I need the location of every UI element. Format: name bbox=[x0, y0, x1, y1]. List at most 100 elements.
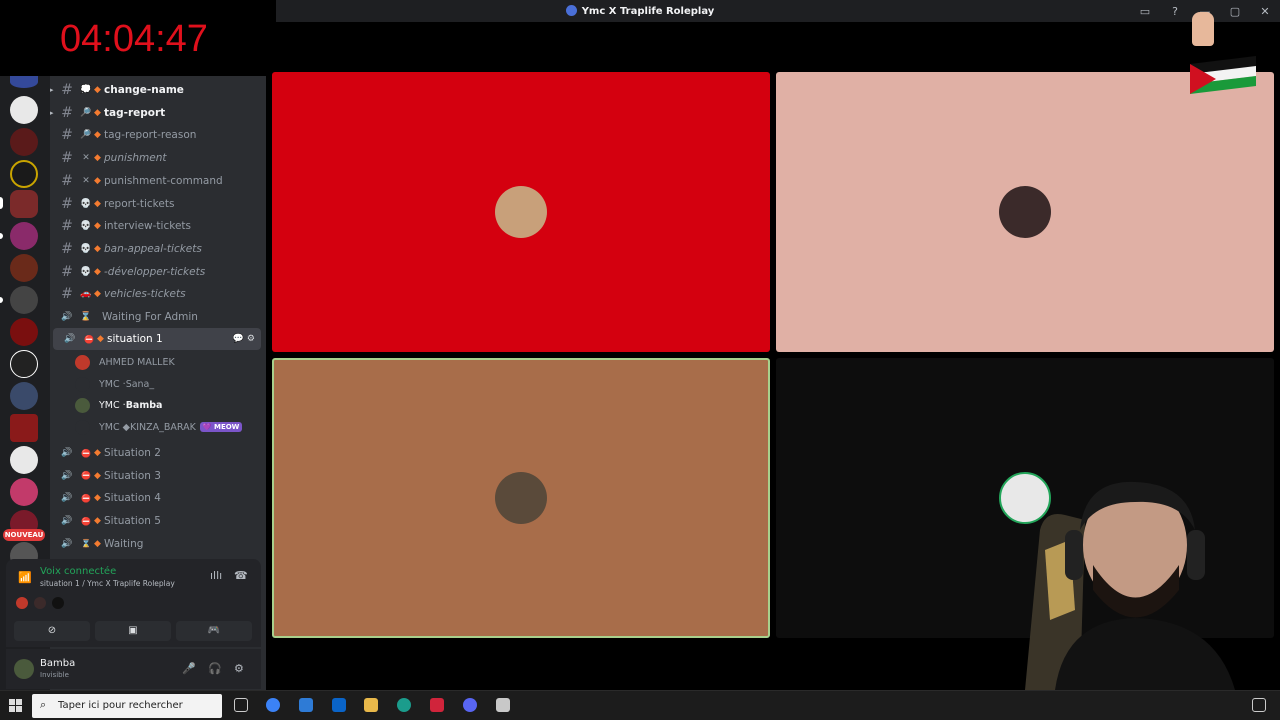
channel-item[interactable]: # 🔎 ◆ tag-report-reason bbox=[50, 124, 266, 146]
channel-item[interactable]: # ✕ ◆ punishment-command bbox=[50, 170, 266, 192]
activity-button[interactable]: 🎮 bbox=[176, 621, 252, 641]
user-prefix: YMC · bbox=[99, 378, 126, 390]
file-explorer-icon[interactable] bbox=[364, 698, 378, 712]
server-icon[interactable] bbox=[10, 446, 38, 474]
server-icon[interactable] bbox=[10, 382, 38, 410]
user-name: AHMED MALLEK bbox=[99, 357, 175, 368]
avatar[interactable] bbox=[14, 659, 34, 679]
hourglass-icon: ⌛ bbox=[81, 539, 91, 549]
hash-icon: # bbox=[61, 104, 73, 121]
diamond-icon: ◆ bbox=[94, 221, 101, 232]
voice-user[interactable]: AHMED MALLEK bbox=[75, 352, 175, 373]
server-icon[interactable] bbox=[10, 318, 38, 346]
outlook-icon[interactable] bbox=[332, 698, 346, 712]
new-badge: NOUVEAU bbox=[3, 529, 45, 541]
channel-item[interactable]: 🔊 ⌛ Waiting For Admin bbox=[50, 306, 266, 328]
voice-channel-item[interactable]: 🔊 ⛔ ◆ Situation 5 bbox=[50, 510, 266, 532]
taskbar-search[interactable]: ⌕ Taper ici pour rechercher bbox=[32, 694, 222, 718]
diamond-icon: ◆ bbox=[94, 289, 101, 300]
channel-item[interactable]: # 🚗 ◆ vehicles-tickets bbox=[50, 283, 266, 305]
server-icon[interactable] bbox=[10, 350, 38, 378]
server-icon[interactable] bbox=[10, 222, 38, 250]
server-icon[interactable] bbox=[10, 96, 38, 124]
channel-emoji-icon: ✕ bbox=[82, 153, 90, 164]
server-icon[interactable] bbox=[10, 76, 38, 88]
channel-item[interactable]: # 💀 ◆ report-tickets bbox=[50, 193, 266, 215]
gear-icon[interactable]: ⚙ bbox=[247, 334, 255, 344]
task-view-icon[interactable] bbox=[234, 698, 248, 712]
channel-item[interactable]: # 💀 ◆ interview-tickets bbox=[50, 215, 266, 237]
user-status: Invisible bbox=[40, 671, 69, 679]
voice-channel-situation-1[interactable]: 🔊 ⛔ ◆ situation 1 💬 ⚙ bbox=[53, 328, 261, 350]
server-icon[interactable] bbox=[10, 286, 38, 314]
channel-actions: 💬 ⚙ bbox=[233, 334, 255, 344]
voice-user[interactable]: YMC · Bamba bbox=[75, 395, 162, 416]
chevron-right-icon: ▸ bbox=[50, 108, 54, 117]
channel-emoji-icon: 💀 bbox=[80, 221, 92, 232]
video-tile[interactable] bbox=[776, 72, 1274, 352]
channel-emoji-icon: 💀 bbox=[80, 243, 92, 254]
avatar bbox=[16, 597, 28, 609]
copilot-icon[interactable] bbox=[266, 698, 280, 712]
app-icon[interactable] bbox=[430, 698, 444, 712]
notification-icon[interactable] bbox=[1252, 698, 1266, 712]
hash-icon: # bbox=[61, 195, 73, 212]
microphone-icon[interactable]: 🎤 bbox=[182, 662, 196, 675]
voice-channel-item[interactable]: 🔊 ⛔ ◆ Situation 2 bbox=[50, 442, 266, 464]
channel-name: punishment-command bbox=[104, 174, 223, 187]
voice-location[interactable]: situation 1 / Ymc X Traplife Roleplay bbox=[40, 579, 175, 588]
inbox-icon[interactable]: ▭ bbox=[1130, 5, 1160, 18]
voice-channel-item[interactable]: 🔊 ⌛ ◆ Waiting bbox=[50, 533, 266, 555]
windows-start-icon[interactable] bbox=[9, 699, 23, 713]
help-icon[interactable]: ? bbox=[1160, 5, 1190, 18]
server-icon[interactable] bbox=[10, 160, 38, 188]
voice-connection-panel: 📶 Voix connectée situation 1 / Ymc X Tra… bbox=[6, 559, 261, 647]
avatar bbox=[495, 472, 547, 524]
video-tile-speaking[interactable] bbox=[272, 358, 770, 638]
channel-item[interactable]: # 💀 ◆ -développer-tickets bbox=[50, 261, 266, 283]
edge-icon[interactable] bbox=[397, 698, 411, 712]
channel-name: situation 1 bbox=[107, 333, 163, 345]
selected-server-indicator bbox=[0, 197, 3, 209]
gear-icon[interactable]: ⚙ bbox=[234, 662, 244, 675]
disconnect-icon[interactable]: ☎ bbox=[234, 569, 248, 582]
chat-icon[interactable]: 💬 bbox=[233, 334, 247, 344]
channel-item[interactable]: ▸ # 🔎 ◆ tag-report bbox=[50, 102, 266, 124]
close-button[interactable]: ✕ bbox=[1250, 5, 1280, 18]
server-icon[interactable] bbox=[10, 478, 38, 506]
voice-status[interactable]: Voix connectée bbox=[40, 566, 116, 577]
maximize-button[interactable]: ▢ bbox=[1220, 5, 1250, 18]
timer-text: 04:04:47 bbox=[60, 18, 208, 60]
user-name: KINZA_BARAK bbox=[129, 421, 196, 433]
server-icon[interactable] bbox=[10, 190, 38, 218]
hash-icon: # bbox=[61, 82, 73, 98]
screen-share-button[interactable]: ▣ bbox=[95, 621, 171, 641]
stream-timer-overlay: 04:04:47 bbox=[0, 0, 276, 76]
server-icon[interactable] bbox=[10, 128, 38, 156]
channel-name: Waiting For Admin bbox=[102, 311, 198, 323]
channel-name: tag-report-reason bbox=[104, 129, 197, 142]
channel-emoji-icon: ✕ bbox=[82, 175, 90, 186]
diamond-icon: ◆ bbox=[94, 538, 101, 549]
avatar bbox=[75, 376, 90, 392]
server-icon[interactable] bbox=[10, 414, 38, 442]
signal-icon[interactable]: 📶 bbox=[18, 571, 32, 584]
channel-item[interactable]: # ✕ ◆ punishment bbox=[50, 147, 266, 169]
channel-item[interactable]: # 💀 ◆ ban-appeal-tickets bbox=[50, 238, 266, 260]
headphones-icon[interactable]: 🎧 bbox=[208, 662, 222, 675]
server-icon[interactable] bbox=[10, 254, 38, 282]
diamond-icon: ◆ bbox=[94, 85, 101, 95]
discord-icon[interactable] bbox=[463, 698, 477, 712]
voice-user[interactable]: YMC · Sana_ bbox=[75, 374, 154, 395]
channel-item[interactable]: ▸ # 💭 ◆ change-name bbox=[50, 79, 266, 101]
app-icon[interactable] bbox=[496, 698, 510, 712]
voice-channel-item[interactable]: 🔊 ⛔ ◆ Situation 4 bbox=[50, 487, 266, 509]
voice-channel-item[interactable]: 🔊 ⛔ ◆ Situation 3 bbox=[50, 465, 266, 487]
video-tile[interactable] bbox=[272, 72, 770, 352]
store-icon[interactable] bbox=[299, 698, 313, 712]
voice-user[interactable]: YMC ◆ KINZA_BARAK 💜 MEOW bbox=[75, 417, 243, 438]
camera-off-button[interactable]: ⊘ bbox=[14, 621, 90, 641]
channel-name: -développer-tickets bbox=[104, 265, 206, 278]
noise-suppression-icon[interactable]: ıllı bbox=[210, 569, 222, 582]
username[interactable]: Bamba bbox=[40, 658, 75, 669]
